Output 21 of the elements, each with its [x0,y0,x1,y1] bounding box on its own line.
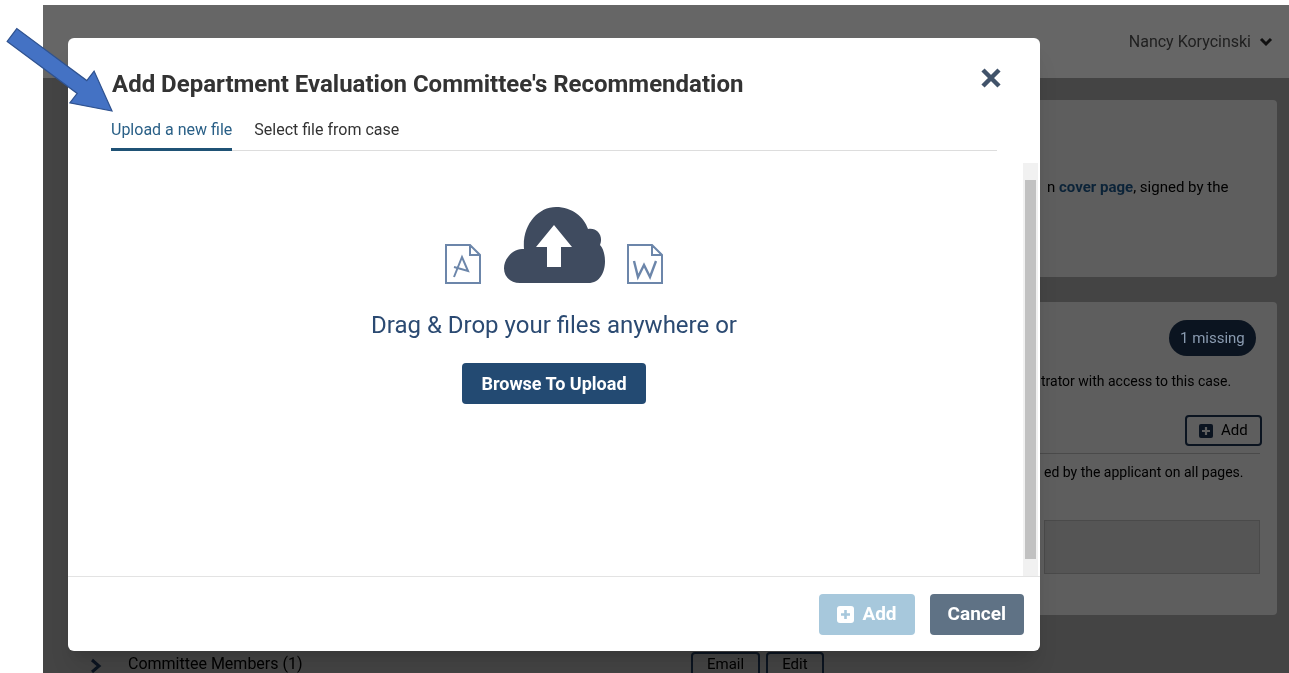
user-name[interactable]: Nancy Korycinski [1128,29,1251,54]
word-file-icon [626,243,664,285]
card-text: n cover page, signed by the [1047,177,1229,198]
browse-button[interactable]: Browse To Upload [462,363,646,404]
tab[interactable]: Select file from case [254,118,400,151]
plus-icon [837,605,855,623]
pdf-file-icon [444,243,482,285]
status-badge: 1 missing [1169,320,1256,356]
add-button[interactable]: Add [1185,415,1262,446]
card-text: ed by the applicant on all pages. [1044,463,1244,482]
dialog-title: Add Department Evaluation Committee's Recommendation [112,69,744,100]
close-button[interactable] [980,67,1002,89]
scrollbar[interactable] [1023,163,1038,576]
plus-icon [1199,423,1213,438]
card-text: trator with access to this case. [1041,372,1232,391]
section-title: Committee Members (1) [128,655,303,673]
drop-instructions: Drag & Drop your files anywhere or [371,310,737,341]
tab[interactable]: Upload a new file [111,118,233,151]
cancel-button[interactable]: Cancel [929,593,1024,635]
chevron-down-icon[interactable] [1259,36,1273,47]
chevron-right-icon[interactable] [90,658,102,673]
